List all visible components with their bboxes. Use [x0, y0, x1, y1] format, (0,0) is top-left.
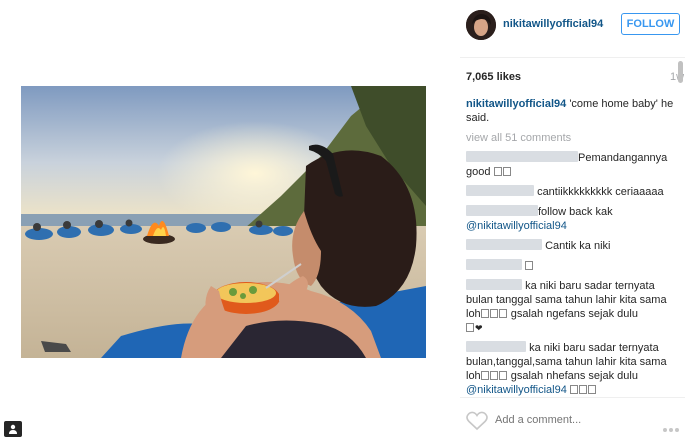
emoji-placeholder [489, 309, 498, 318]
comment-item: Cantik ka niki [466, 239, 676, 253]
emoji-placeholder [578, 385, 587, 394]
post-photo[interactable]: tutde [21, 86, 426, 358]
emoji-placeholder [480, 309, 489, 318]
user-tag-icon[interactable] [4, 421, 22, 437]
footer-divider [460, 397, 685, 398]
emoji-placeholder [466, 323, 474, 332]
avatar[interactable] [466, 10, 496, 40]
emoji-placeholder [587, 385, 596, 394]
heart-emoji: ❤ [475, 323, 483, 333]
comment-item: ka niki baru sadar ternyata bulan tangga… [466, 279, 676, 335]
comments-scrollbar[interactable] [677, 55, 684, 385]
emoji-placeholder [569, 385, 578, 394]
view-all-comments-link[interactable]: view all 51 comments [466, 131, 676, 145]
follow-button[interactable]: FOLLOW [621, 13, 680, 35]
emoji-placeholder [480, 371, 489, 380]
comment-text: cantiikkkkkkkkk ceriaaaaa [537, 186, 664, 198]
heart-icon[interactable] [466, 411, 488, 431]
post-sidebar: nikitawillyofficial94 FOLLOW 7,065 likes… [441, 0, 685, 440]
scrollbar-thumb[interactable] [678, 61, 683, 83]
likes-count[interactable]: 7,065 likes [466, 71, 521, 83]
caption-username[interactable]: nikitawillyofficial94 [466, 98, 566, 110]
comment-text-continued: gsalah ngefans sejak dulu [507, 308, 638, 320]
emoji-placeholder [489, 371, 498, 380]
comment-username-redacted[interactable] [466, 151, 578, 162]
comment-username-redacted[interactable] [466, 239, 542, 250]
comment-mention[interactable]: @nikitawillyofficial94 [466, 384, 567, 396]
comment-username-redacted[interactable] [466, 205, 538, 216]
post-header: nikitawillyofficial94 FOLLOW [441, 0, 685, 54]
header-username[interactable]: nikitawillyofficial94 [503, 18, 603, 30]
emoji-placeholder [502, 167, 511, 176]
emoji-placeholder [525, 261, 534, 270]
emoji-placeholder [498, 309, 507, 318]
caption: nikitawillyofficial94 'come home baby' h… [466, 97, 676, 125]
comments-list: nikitawillyofficial94 'come home baby' h… [466, 97, 676, 403]
header-divider [460, 57, 685, 58]
more-options-icon[interactable] [663, 419, 681, 437]
comment-item: follow back kak @nikitawillyofficial94 [466, 205, 676, 233]
comment-item [466, 259, 676, 273]
comment-username-redacted[interactable] [466, 259, 522, 270]
add-comment-input[interactable] [495, 414, 645, 426]
emoji-placeholder [498, 371, 507, 380]
comment-item: ka niki baru sadar ternyata bulan,tangga… [466, 341, 676, 397]
comment-text: follow back kak [538, 206, 613, 218]
beach-scene-image [21, 86, 426, 358]
comment-mention[interactable]: @nikitawillyofficial94 [466, 220, 567, 232]
comment-text-continued: gsalah nhefans sejak dulu [507, 370, 638, 382]
comment-item: cantiikkkkkkkkk ceriaaaaa [466, 185, 676, 199]
comment-item: Pemandangannya good [466, 151, 676, 179]
comment-username-redacted[interactable] [466, 279, 522, 290]
comment-text: Cantik ka niki [545, 240, 611, 252]
comment-username-redacted[interactable] [466, 185, 534, 196]
comment-username-redacted[interactable] [466, 341, 526, 352]
emoji-placeholder [493, 167, 502, 176]
